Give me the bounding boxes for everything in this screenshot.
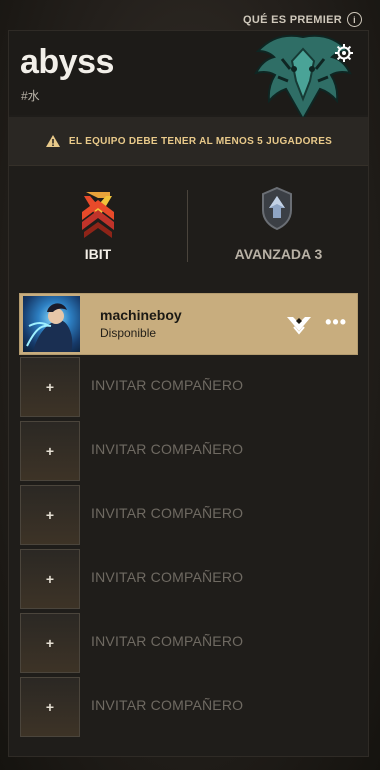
info-icon[interactable]: i [347,12,362,27]
invite-slot[interactable]: + INVITAR COMPAÑERO [19,421,356,481]
invite-label[interactable]: INVITAR COMPAÑERO [91,441,243,457]
invite-plus-button[interactable]: + [20,485,80,545]
invite-label[interactable]: INVITAR COMPAÑERO [91,633,243,649]
team-tag: #水 [21,89,40,103]
division-shield-icon [262,186,292,230]
invite-slot[interactable]: + INVITAR COMPAÑERO [19,485,356,545]
team-rank: IBIT [9,166,187,286]
member-row[interactable]: machineboy Disponible ••• [19,293,358,355]
invite-plus-button[interactable]: + [20,421,80,481]
premier-info-link[interactable]: QUÉ ES PREMIER i [243,12,362,27]
invite-slot[interactable]: + INVITAR COMPAÑERO [19,613,356,673]
division-rank: AVANZADA 3 [189,166,368,286]
team-rank-label: IBIT [84,246,112,262]
team-size-warning: EL EQUIPO DEBE TENER AL MENOS 5 JUGADORE… [9,117,368,166]
rank-section: IBIT AVANZADA 3 [9,166,368,286]
team-leader-icon [287,317,311,335]
member-avatar [23,296,80,352]
invite-slot[interactable]: + INVITAR COMPAÑERO [19,357,356,417]
division-label: AVANZADA 3 [234,246,323,262]
invite-label[interactable]: INVITAR COMPAÑERO [91,569,243,585]
settings-gear-icon[interactable] [334,43,354,63]
invite-plus-button[interactable]: + [20,549,80,609]
team-panel: abyss #水 EL EQUIPO DEBE TENER AL MENOS 5… [8,30,369,757]
premier-label: QUÉ ES PREMIER [243,13,342,26]
member-name: machineboy [100,307,182,323]
warning-text: EL EQUIPO DEBE TENER AL MENOS 5 JUGADORE… [68,135,333,147]
invite-plus-button[interactable]: + [20,677,80,737]
team-header: abyss #水 [9,31,368,119]
invite-label[interactable]: INVITAR COMPAÑERO [91,377,243,393]
invite-slot[interactable]: + INVITAR COMPAÑERO [19,549,356,609]
warning-icon [45,135,60,147]
rank-divider [187,190,188,262]
ibit-logo-icon [82,192,114,238]
team-name: abyss [20,43,114,81]
member-more-options-button[interactable]: ••• [325,312,347,333]
invite-slot[interactable]: + INVITAR COMPAÑERO [19,677,356,737]
member-status: Disponible [100,326,157,340]
invite-plus-button[interactable]: + [20,613,80,673]
invite-label[interactable]: INVITAR COMPAÑERO [91,697,243,713]
invite-plus-button[interactable]: + [20,357,80,417]
player-card-image [26,303,73,352]
invite-label[interactable]: INVITAR COMPAÑERO [91,505,243,521]
